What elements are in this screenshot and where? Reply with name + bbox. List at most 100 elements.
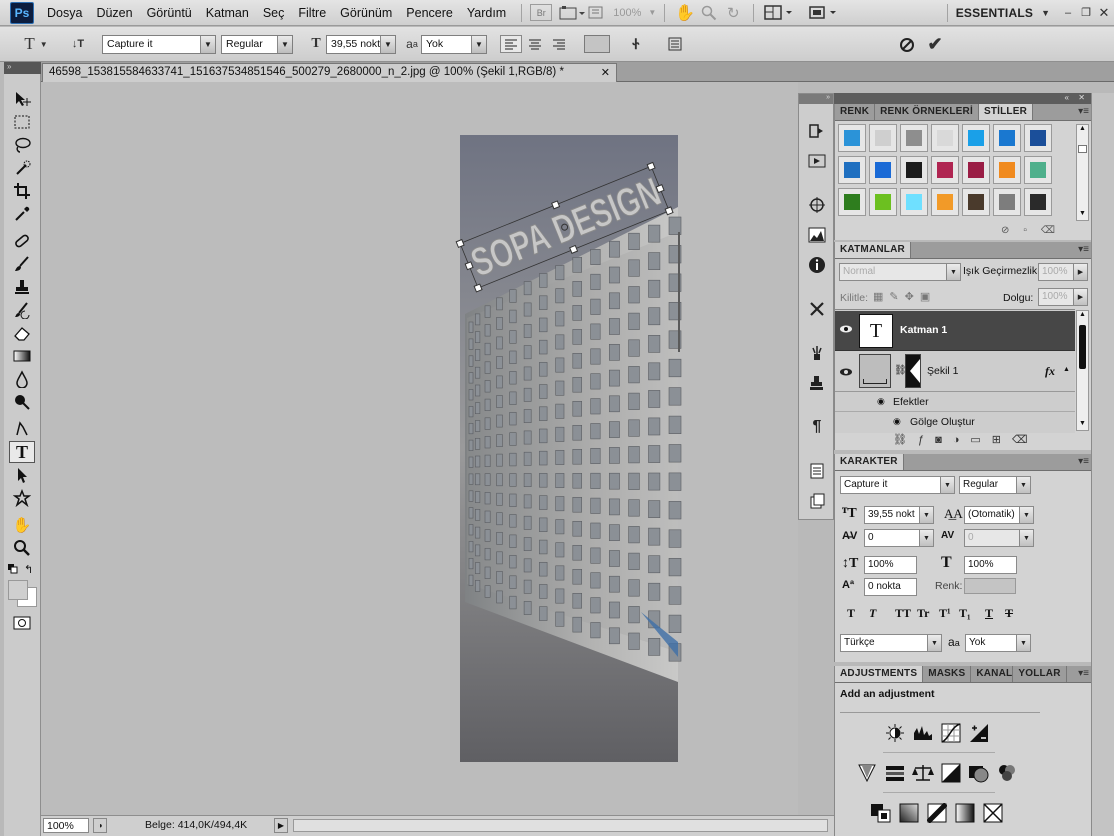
faux-bold-button[interactable]: T xyxy=(847,606,869,621)
scroll-up-icon[interactable]: ▲ xyxy=(1077,125,1088,135)
type-tool-icon[interactable]: T xyxy=(9,441,35,463)
menu-file[interactable]: Dosya xyxy=(40,6,89,20)
char-font-family-select[interactable]: Capture it ▼ xyxy=(840,476,955,494)
char-font-style-select[interactable]: Regular ▼ xyxy=(959,476,1031,494)
panel-menu-icon[interactable]: ▾≡ xyxy=(1078,244,1089,255)
black-white-icon[interactable] xyxy=(939,762,963,784)
menu-select[interactable]: Seç xyxy=(256,6,292,20)
style-swatch[interactable] xyxy=(869,156,897,184)
marquee-tool-icon[interactable] xyxy=(9,111,35,133)
blur-tool-icon[interactable] xyxy=(9,368,35,390)
style-swatch[interactable] xyxy=(962,156,990,184)
channel-mixer-icon[interactable] xyxy=(995,762,1019,784)
language-select[interactable]: Türkçe ▼ xyxy=(840,634,942,652)
tool-preset-icon[interactable]: T ▼ xyxy=(16,33,56,55)
text-orientation-icon[interactable]: ↓T xyxy=(67,33,89,55)
paragraph-panel-icon[interactable]: ¶ xyxy=(805,416,829,438)
panel-group-header[interactable]: «✕ xyxy=(834,93,1091,104)
eyedropper-tool-icon[interactable] xyxy=(9,203,35,225)
char-leading-field[interactable]: (Otomatik) ▼ xyxy=(964,506,1034,524)
restore-icon[interactable]: ❐ xyxy=(1078,2,1094,24)
levels-icon[interactable] xyxy=(911,722,935,744)
close-tab-icon[interactable]: ✕ xyxy=(601,66,610,79)
status-menu-arrow-icon[interactable]: ▶ xyxy=(274,818,288,833)
strikethrough-button[interactable]: T xyxy=(1005,606,1025,621)
gradient-map-icon[interactable] xyxy=(953,802,977,824)
panel-menu-icon[interactable]: ▾≡ xyxy=(1078,668,1089,679)
eraser-tool-icon[interactable] xyxy=(9,322,35,344)
char-vscale-field[interactable]: 100% xyxy=(864,556,917,574)
opacity-field[interactable]: 100% ▶ xyxy=(1038,263,1088,281)
char-tracking-field[interactable]: 0 ▼ xyxy=(964,529,1034,547)
cancel-edit-icon[interactable] xyxy=(896,35,918,55)
scroll-down-icon[interactable]: ▼ xyxy=(1077,420,1088,430)
menu-layer[interactable]: Katman xyxy=(199,6,256,20)
workspace-dropdown-icon[interactable]: ▼ xyxy=(1041,2,1050,24)
quick-selection-tool-icon[interactable] xyxy=(9,157,35,179)
zoom-dropdown-icon[interactable]: ▼ xyxy=(648,2,656,24)
menu-window[interactable]: Pencere xyxy=(399,6,460,20)
scroll-up-icon[interactable]: ▲ xyxy=(1077,311,1088,321)
tab-swatches[interactable]: RENK ÖRNEKLERİ xyxy=(875,104,979,120)
view-extras-icon[interactable] xyxy=(586,2,606,24)
tab-character[interactable]: KARAKTER xyxy=(835,454,904,470)
scroll-thumb[interactable] xyxy=(1079,325,1086,369)
tab-layers[interactable]: KATMANLAR xyxy=(835,242,911,258)
tab-color[interactable]: RENK xyxy=(835,104,876,120)
font-style-select[interactable]: Regular ▼ xyxy=(221,35,293,54)
style-swatch[interactable] xyxy=(931,124,959,152)
invert-icon[interactable] xyxy=(869,802,893,824)
char-hscale-field[interactable]: 100% xyxy=(964,556,1017,574)
path-selection-tool-icon[interactable] xyxy=(9,464,35,486)
style-swatch[interactable] xyxy=(838,188,866,216)
dodge-tool-icon[interactable] xyxy=(9,391,35,413)
style-swatch[interactable] xyxy=(931,156,959,184)
photo-filter-icon[interactable] xyxy=(967,762,991,784)
foreground-color-swatch[interactable] xyxy=(8,580,28,600)
font-size-select[interactable]: 39,55 nokt ▼ xyxy=(326,35,396,54)
tab-masks[interactable]: MASKS xyxy=(923,666,972,682)
swap-colors-icon[interactable]: ↰ xyxy=(24,563,36,576)
style-swatch[interactable] xyxy=(1024,188,1052,216)
actions-panel-icon[interactable] xyxy=(805,150,829,172)
style-swatch[interactable] xyxy=(993,124,1021,152)
move-tool-icon[interactable] xyxy=(9,88,35,110)
zoom-tool-icon[interactable] xyxy=(9,537,35,559)
close-icon[interactable]: ✕ xyxy=(1094,2,1114,24)
clone-source-panel-icon[interactable] xyxy=(805,372,829,394)
visibility-eye-icon[interactable] xyxy=(838,321,854,337)
char-color-swatch[interactable] xyxy=(964,578,1016,594)
bridge-button[interactable]: Br xyxy=(530,4,553,21)
curves-icon[interactable] xyxy=(939,722,963,744)
canvas-area[interactable]: SOPA DESIGN xyxy=(41,82,798,815)
menu-help[interactable]: Yardım xyxy=(460,6,513,20)
menu-edit[interactable]: Düzen xyxy=(89,6,139,20)
layer-fx-badge[interactable]: fx xyxy=(1045,364,1055,379)
visibility-eye-icon[interactable]: ◉ xyxy=(893,416,901,427)
panel-menu-icon[interactable]: ▾≡ xyxy=(1078,106,1089,117)
custom-shape-tool-icon[interactable] xyxy=(9,487,35,509)
style-swatch[interactable] xyxy=(900,188,928,216)
history-brush-tool-icon[interactable] xyxy=(9,299,35,321)
all-caps-button[interactable]: TT xyxy=(895,606,917,621)
quick-mask-icon[interactable] xyxy=(9,612,35,634)
style-swatch[interactable] xyxy=(869,188,897,216)
styles-scrollbar[interactable]: ▲ ▼ xyxy=(1076,124,1089,221)
dock-header[interactable]: » xyxy=(799,94,833,104)
align-right-icon[interactable] xyxy=(548,35,570,53)
text-color-swatch[interactable] xyxy=(584,35,610,53)
brush-tool-icon[interactable] xyxy=(9,253,35,275)
clone-stamp-tool-icon[interactable] xyxy=(9,276,35,298)
char-antialias-select[interactable]: Yok ▼ xyxy=(965,634,1031,652)
crop-tool-icon[interactable] xyxy=(9,180,35,202)
minimize-icon[interactable]: – xyxy=(1058,2,1078,24)
tab-channels[interactable]: KANALLAR xyxy=(971,666,1014,682)
threshold-icon[interactable] xyxy=(925,802,949,824)
blend-mode-select[interactable]: Normal ▼ xyxy=(839,263,961,281)
fill-field[interactable]: 100% ▶ xyxy=(1038,288,1088,306)
arrange-documents-icon[interactable] xyxy=(762,2,796,24)
exposure-icon[interactable] xyxy=(967,722,991,744)
panel-menu-icon[interactable]: ▾≡ xyxy=(1078,456,1089,467)
scroll-down-icon[interactable]: ▼ xyxy=(1077,210,1088,220)
histogram-panel-icon[interactable] xyxy=(805,224,829,246)
